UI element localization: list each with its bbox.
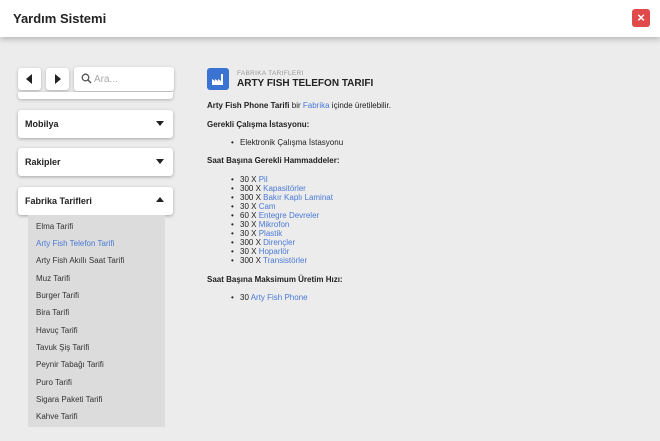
page-title: ARTY FISH TELEFON TARIFI	[237, 78, 374, 89]
material-qty: 30 X	[240, 220, 257, 229]
material-qty: 30 X	[240, 202, 257, 211]
material-qty: 30 X	[240, 247, 257, 256]
recipe-item-active[interactable]: Arty Fish Telefon Tarifi	[36, 239, 114, 248]
workstation-heading: Gerekli Çalışma İstasyonu:	[207, 120, 310, 129]
search-input[interactable]	[94, 71, 170, 87]
output-link[interactable]: Arty Fish Phone	[251, 293, 308, 302]
back-button[interactable]	[18, 68, 41, 90]
material-qty: 300 X	[240, 238, 261, 247]
material-link[interactable]: Mikrofon	[259, 220, 290, 229]
chevron-up-icon	[156, 197, 164, 202]
bullet: •	[231, 193, 234, 202]
material-row: 30 X Mikrofon	[240, 220, 289, 229]
bullet: •	[231, 238, 234, 247]
category-label: Mobilya	[25, 119, 59, 129]
material-row: 30 X Cam	[240, 202, 276, 211]
material-qty: 300 X	[240, 184, 261, 193]
close-icon: ×	[637, 10, 645, 25]
material-qty: 30 X	[240, 175, 257, 184]
material-row: 300 X Bakır Kaplı Laminat	[240, 193, 333, 202]
recipe-item[interactable]: Peynir Tabağı Tarifi	[36, 360, 104, 369]
material-qty: 60 X	[240, 211, 257, 220]
recipe-item[interactable]: Burger Tarifi	[36, 291, 79, 300]
material-link[interactable]: Dirençler	[263, 238, 295, 247]
category-mobilya[interactable]: Mobilya	[18, 110, 173, 138]
bullet: •	[231, 256, 234, 265]
close-button[interactable]: ×	[632, 9, 650, 27]
material-link[interactable]: Plastik	[259, 229, 283, 238]
material-link[interactable]: Entegre Devreler	[259, 211, 319, 220]
material-qty: 300 X	[240, 193, 261, 202]
recipe-item[interactable]: Puro Tarifi	[36, 378, 72, 387]
category-label: Rakipler	[25, 157, 61, 167]
recipe-item[interactable]: Elma Tarifi	[36, 222, 73, 231]
material-row: 30 X Plastik	[240, 229, 282, 238]
recipe-item[interactable]: Bira Tarifi	[36, 308, 69, 317]
bullet: •	[231, 293, 234, 302]
intro-link[interactable]: Fabrika	[303, 101, 330, 110]
recipe-item[interactable]: Arty Fish Akıllı Saat Tarifi	[36, 256, 124, 265]
intro-line: Arty Fish Phone Tarifi bir Fabrika içind…	[207, 101, 391, 110]
window-title: Yardım Sistemi	[13, 11, 107, 26]
bullet: •	[231, 220, 234, 229]
bullet: •	[231, 229, 234, 238]
bullet: •	[231, 184, 234, 193]
category-card-partial	[18, 92, 173, 99]
search-icon	[81, 73, 92, 84]
material-link[interactable]: Transistörler	[263, 256, 307, 265]
recipe-item[interactable]: Tavuk Şiş Tarifi	[36, 343, 89, 352]
material-link[interactable]: Kapasitörler	[263, 184, 306, 193]
intro-end: içinde üretilebilir.	[329, 101, 391, 110]
intro-mid: bir	[289, 101, 303, 110]
bullet: •	[231, 211, 234, 220]
workstation-link[interactable]: Elektronik Çalışma İstasyonu	[240, 138, 343, 147]
recipe-list: Elma Tarifi Arty Fish Telefon Tarifi Art…	[28, 215, 165, 427]
material-row: 300 X Dirençler	[240, 238, 295, 247]
material-row: 300 X Transistörler	[240, 256, 307, 265]
category-rakipler[interactable]: Rakipler	[18, 148, 173, 176]
material-link[interactable]: Cam	[259, 202, 276, 211]
chevron-down-icon	[156, 159, 164, 164]
output-row: 30 Arty Fish Phone	[240, 293, 308, 302]
output-heading: Saat Başına Maksimum Üretim Hızı:	[207, 275, 343, 284]
material-row: 300 X Kapasitörler	[240, 184, 306, 193]
recipe-item[interactable]: Havuç Tarifi	[36, 326, 78, 335]
output-qty: 30	[240, 293, 249, 302]
material-row: 30 X Pil	[240, 175, 268, 184]
category-label: Fabrika Tarifleri	[25, 196, 92, 206]
category-fabrika-tarifleri[interactable]: Fabrika Tarifleri	[18, 187, 173, 215]
materials-heading: Saat Başına Gerekli Hammaddeler:	[207, 156, 340, 165]
forward-button[interactable]	[46, 68, 69, 90]
recipe-item[interactable]: Muz Tarifi	[36, 274, 70, 283]
search-box[interactable]	[74, 67, 174, 91]
bullet: •	[231, 175, 234, 184]
material-qty: 300 X	[240, 256, 261, 265]
factory-icon	[207, 68, 229, 90]
intro-product: Arty Fish Phone Tarifi	[207, 101, 290, 110]
bullet: •	[231, 202, 234, 211]
arrow-right-icon	[55, 74, 61, 84]
arrow-left-icon	[26, 74, 32, 84]
material-link[interactable]: Pil	[259, 175, 268, 184]
material-qty: 30 X	[240, 229, 257, 238]
material-link[interactable]: Hoparlör	[259, 247, 290, 256]
bullet: •	[231, 247, 234, 256]
recipe-item[interactable]: Kahve Tarifi	[36, 412, 78, 421]
bullet: •	[231, 138, 234, 147]
material-row: 60 X Entegre Devreler	[240, 211, 319, 220]
recipe-item[interactable]: Sigara Paketi Tarifi	[36, 395, 103, 404]
chevron-down-icon	[156, 121, 164, 126]
window-titlebar: Yardım Sistemi ×	[0, 0, 660, 37]
material-row: 30 X Hoparlör	[240, 247, 289, 256]
material-link[interactable]: Bakır Kaplı Laminat	[263, 193, 333, 202]
content-category: FABRIKA TARIFLERI	[237, 70, 304, 77]
